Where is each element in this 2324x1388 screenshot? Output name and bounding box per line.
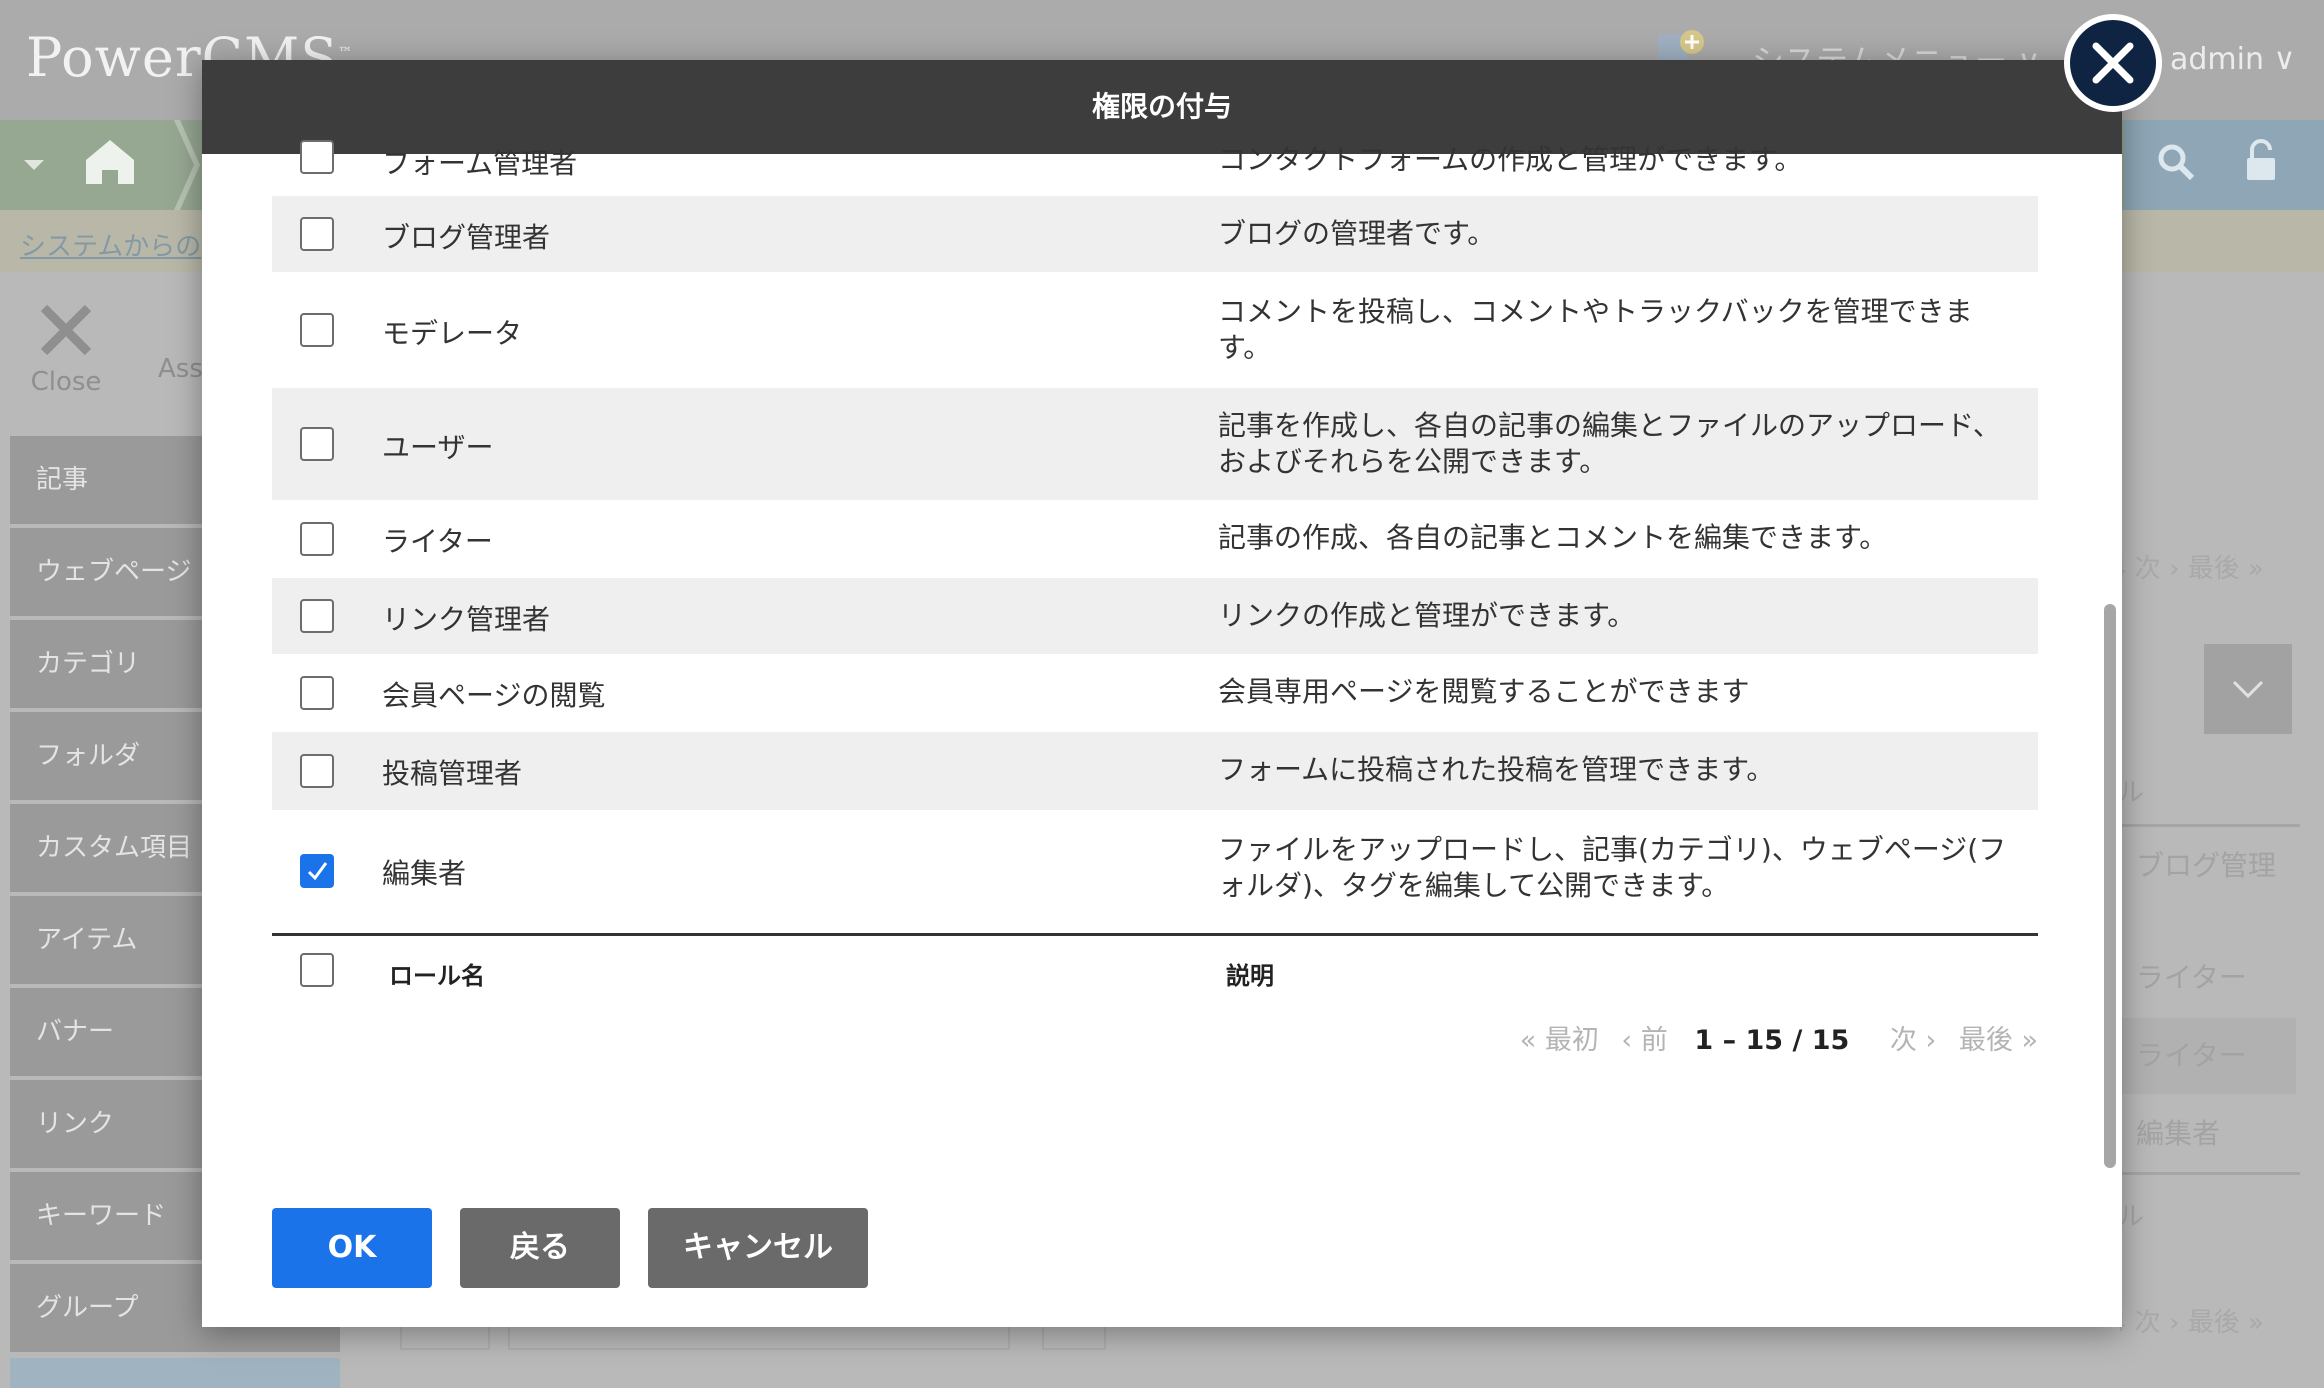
close-dialog-button[interactable] <box>2064 14 2162 112</box>
row-checkbox[interactable] <box>300 754 334 788</box>
role-name: ライター <box>382 525 493 558</box>
bg-pager-top: 4 次 › 最後 » <box>2110 554 2264 584</box>
pager-last[interactable]: 最後 » <box>1959 1025 2038 1056</box>
cancel-button[interactable]: キャンセル <box>648 1208 868 1288</box>
ok-button[interactable]: OK <box>272 1208 432 1288</box>
row-checkbox[interactable] <box>300 427 334 461</box>
pager-first[interactable]: « 最初 <box>1520 1025 1599 1056</box>
pager-next[interactable]: 次 › <box>1890 1025 1936 1056</box>
role-name: 投稿管理者 <box>382 757 523 790</box>
close-icon <box>40 304 92 356</box>
table-row[interactable]: ブログ管理者 ブログの管理者です。 <box>272 196 2038 272</box>
role-name: ブログ管理者 <box>382 221 551 254</box>
bg-row: ブログ管理 <box>2136 849 2277 882</box>
table-row[interactable]: フォーム管理者 コンタクトフォームの作成と管理ができます。 <box>272 138 2038 196</box>
assign-tool[interactable]: Ass <box>158 354 203 384</box>
table-row[interactable]: モデレータ コメントを投稿し、コメントやトラックバックを管理できます。 <box>272 272 2038 388</box>
back-button[interactable]: 戻る <box>460 1208 620 1288</box>
role-name: 会員ページの閲覧 <box>382 679 606 712</box>
table-row[interactable]: 会員ページの閲覧 会員専用ページを閲覧することができます <box>272 654 2038 732</box>
scrollbar[interactable] <box>2104 604 2116 1168</box>
role-description: フォームに投稿された投稿を管理できます。 <box>1218 753 1775 786</box>
bg-row: ライター <box>2120 1018 2296 1094</box>
bg-row: 編集者 <box>2136 1117 2221 1150</box>
user-menu[interactable]: admin ∨ <box>2170 42 2296 77</box>
row-checkbox[interactable] <box>300 522 334 556</box>
assign-permissions-dialog: 権限の付与 フォーム管理者 コンタクトフォームの作成と管理ができます。 ブログ管… <box>202 60 2122 1327</box>
role-name: モデレータ <box>382 317 523 350</box>
close-icon <box>2092 42 2134 84</box>
role-name: フォーム管理者 <box>382 147 578 180</box>
checkmark-icon <box>307 862 328 881</box>
chevron-down-icon <box>2232 680 2264 699</box>
bg-select[interactable] <box>2204 644 2292 734</box>
row-checkbox[interactable] <box>300 676 334 710</box>
bg-row: ライター <box>2136 961 2247 994</box>
bg-pager-bottom: 4 次 › 最後 » <box>2110 1308 2264 1338</box>
pagination: « 最初 ‹ 前 1 – 15 / 15 次 › 最後 » <box>1506 1018 2038 1057</box>
role-name: ユーザー <box>382 431 494 464</box>
role-description: コンタクトフォームの作成と管理ができます。 <box>1218 143 1803 176</box>
role-description: 会員専用ページを閲覧することができます <box>1218 675 1750 708</box>
row-checkbox[interactable] <box>300 217 334 251</box>
role-description: 記事を作成し、各自の記事の編集とファイルのアップロード、およびそれらを公開できま… <box>1218 409 2001 478</box>
home-icon[interactable] <box>0 120 200 210</box>
table-row[interactable]: 編集者 ファイルをアップロードし、記事(カテゴリ)、ウェブページ(フォルダ)、タ… <box>272 810 2038 930</box>
close-tool[interactable]: Close <box>26 300 106 397</box>
sidebar-item-next[interactable] <box>10 1358 340 1388</box>
bg-divider <box>2110 824 2300 827</box>
table-row[interactable]: リンク管理者 リンクの作成と管理ができます。 <box>272 578 2038 654</box>
role-description: ファイルをアップロードし、記事(カテゴリ)、ウェブページ(フォルダ)、タグを編集… <box>1218 833 2007 902</box>
row-checkbox[interactable] <box>300 140 334 174</box>
bg-divider <box>2110 1172 2300 1175</box>
row-checkbox[interactable] <box>300 599 334 633</box>
role-description: 記事の作成、各自の記事とコメントを編集できます。 <box>1218 521 1888 554</box>
table-row[interactable]: ライター 記事の作成、各自の記事とコメントを編集できます。 <box>272 500 2038 578</box>
table-row[interactable]: ユーザー 記事を作成し、各自の記事の編集とファイルのアップロード、およびそれらを… <box>272 388 2038 500</box>
row-checkbox-checked[interactable] <box>300 854 334 888</box>
role-name: 編集者 <box>382 857 467 890</box>
pager-prev[interactable]: ‹ 前 <box>1621 1025 1667 1056</box>
search-icon[interactable] <box>2156 142 2196 186</box>
column-header-role[interactable]: ロール名 <box>389 956 485 991</box>
select-all-checkbox[interactable] <box>300 953 334 987</box>
chevron-down-icon: ∨ <box>2273 42 2296 77</box>
role-description: コメントを投稿し、コメントやトラックバックを管理できます。 <box>1218 295 1973 364</box>
table-row[interactable]: 投稿管理者 フォームに投稿された投稿を管理できます。 <box>272 732 2038 810</box>
table-footer-divider <box>272 933 2038 936</box>
lock-icon[interactable] <box>2244 138 2278 186</box>
close-tool-label: Close <box>30 367 102 397</box>
system-notice-link[interactable]: システムからの <box>20 226 201 263</box>
row-checkbox[interactable] <box>300 313 334 347</box>
role-description: リンクの作成と管理ができます。 <box>1218 599 1636 632</box>
pager-range: 1 – 15 / 15 <box>1694 1025 1850 1056</box>
role-description: ブログの管理者です。 <box>1218 217 1496 250</box>
column-header-description: 説明 <box>1226 962 1274 990</box>
role-name: リンク管理者 <box>382 603 551 636</box>
